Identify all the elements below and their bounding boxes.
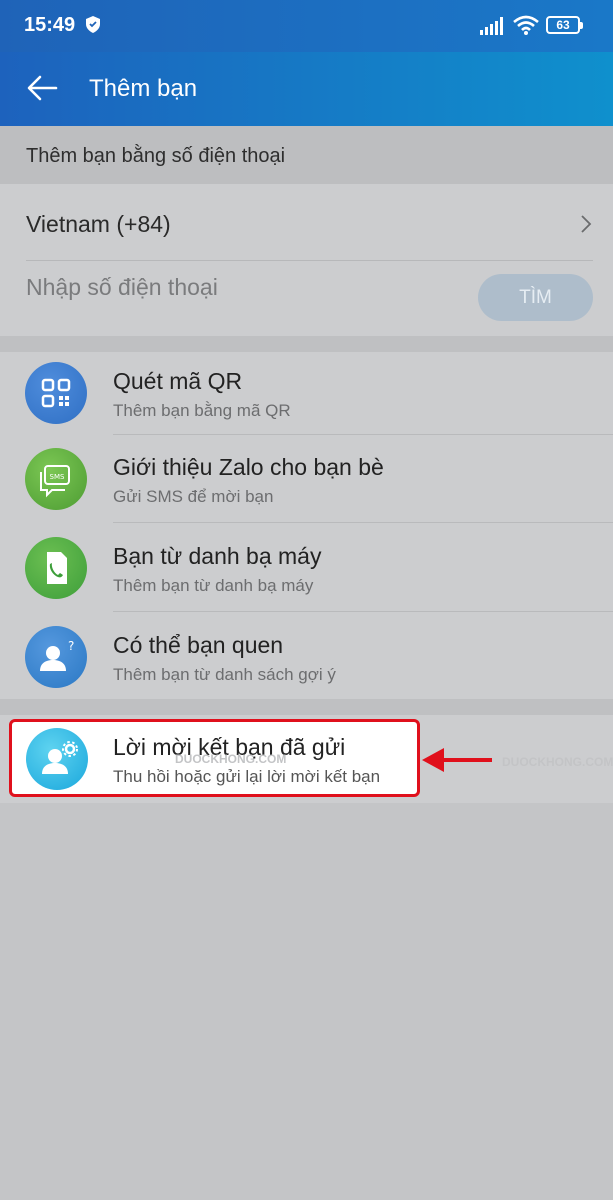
menu-item-title: Có thể bạn quen: [113, 632, 284, 658]
watermark: DUOCKHONG.COM: [175, 752, 287, 766]
status-bar: 15:49 63: [0, 0, 613, 52]
list-item-invite-sms[interactable]: SMS Giới thiệu Zalo cho bạn bè Gửi SMS đ…: [0, 438, 613, 526]
country-selector[interactable]: Vietnam (+84): [0, 184, 613, 260]
page-title: Thêm bạn: [89, 75, 198, 102]
menu-item-subtitle: Gửi SMS để mời bạn: [113, 487, 274, 506]
divider: [113, 434, 613, 435]
app-bar: Thêm bạn: [0, 52, 613, 126]
sent-requests-subtitle: Thu hồi hoặc gửi lại lời mời kết bạn: [113, 767, 381, 786]
person-gear-icon: [26, 728, 88, 790]
menu-item-title: Bạn từ danh bạ máy: [113, 543, 322, 569]
watermark: DUOCKHONG.COM: [502, 755, 613, 769]
menu-item-subtitle: Thêm bạn từ danh sách gợi ý: [113, 665, 336, 684]
list-item-phone-contacts[interactable]: Bạn từ danh bạ máy Thêm bạn từ danh bạ m…: [0, 527, 613, 615]
list-item-scan-qr[interactable]: Quét mã QR Thêm bạn bằng mã QR: [0, 352, 613, 440]
menu-item-title: Giới thiệu Zalo cho bạn bè: [113, 454, 384, 480]
wifi-icon: [513, 15, 539, 35]
country-label: Vietnam (+84): [26, 211, 171, 237]
section-header-label: Thêm bạn bằng số điện thoại: [26, 145, 286, 167]
list-item-people-you-may-know[interactable]: ? Có thể bạn quen Thêm bạn từ danh sách …: [0, 616, 613, 704]
section-gap: [0, 699, 613, 715]
svg-text:SMS: SMS: [50, 473, 65, 481]
phone-number-input[interactable]: [26, 274, 446, 301]
shield-icon: [86, 16, 100, 33]
phone-card: Vietnam (+84) TÌM: [0, 184, 613, 336]
status-time: 15:49: [24, 14, 76, 36]
menu-item-title: Quét mã QR: [113, 368, 243, 394]
battery-nub: [580, 22, 583, 29]
svg-text:?: ?: [68, 639, 74, 653]
phone-section-header: Thêm bạn bằng số điện thoại: [0, 126, 613, 184]
person-question-icon: ?: [25, 626, 87, 688]
battery-level: 63: [556, 18, 570, 32]
menu-item-subtitle: Thêm bạn bằng mã QR: [113, 401, 291, 420]
pointer-arrow-icon: [422, 748, 492, 772]
divider: [26, 260, 593, 261]
menu-item-subtitle: Thêm bạn từ danh bạ máy: [113, 576, 314, 595]
add-friend-options: Quét mã QR Thêm bạn bằng mã QR SMS Giới …: [0, 352, 613, 699]
arrow-left-icon[interactable]: [26, 74, 58, 102]
sms-icon: SMS: [25, 448, 87, 510]
divider: [113, 611, 613, 612]
phone-contact-icon: [25, 537, 87, 599]
divider: [113, 522, 613, 523]
qr-code-icon: [25, 362, 87, 424]
chevron-right-icon: [581, 215, 592, 233]
section-gap: [0, 336, 613, 352]
battery-icon: 63: [546, 16, 580, 34]
signal-icon: [480, 17, 503, 35]
search-button[interactable]: TÌM: [478, 274, 593, 321]
